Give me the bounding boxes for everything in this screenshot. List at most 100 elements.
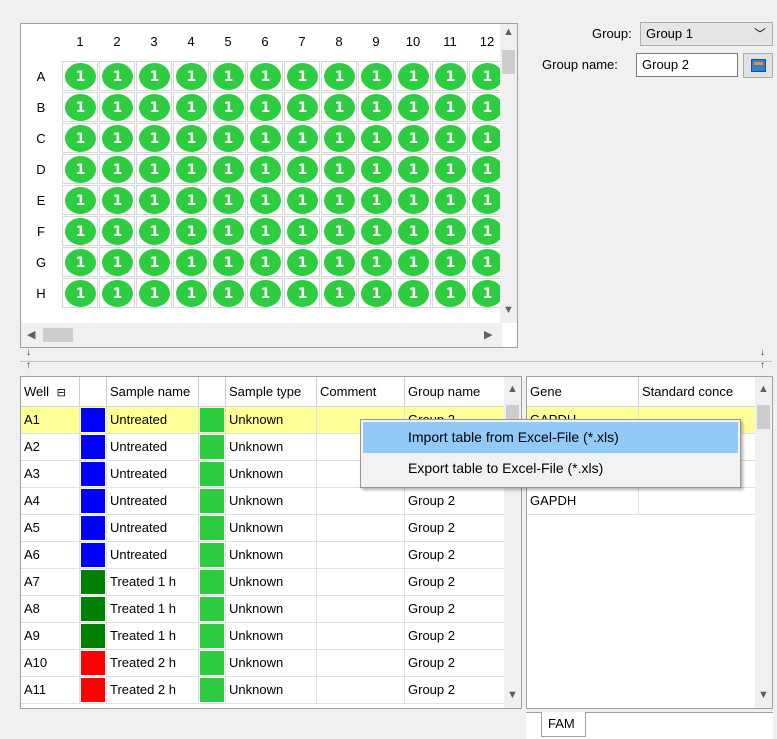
- table-row[interactable]: GAPDH: [527, 488, 772, 515]
- cell-type-color[interactable]: [199, 569, 226, 596]
- cell-type-color[interactable]: [199, 542, 226, 569]
- plate-well[interactable]: 1: [247, 123, 283, 153]
- plate-column-header[interactable]: 10: [395, 34, 431, 49]
- plate-well[interactable]: 1: [432, 92, 468, 122]
- plate-well[interactable]: 1: [358, 185, 394, 215]
- plate-well[interactable]: 1: [432, 154, 468, 184]
- plate-well[interactable]: 1: [469, 154, 502, 184]
- plate-column-header[interactable]: 11: [432, 34, 468, 49]
- cell-well[interactable]: A11: [21, 677, 80, 704]
- cell-sample-color[interactable]: [80, 623, 107, 650]
- splitter[interactable]: [20, 361, 772, 362]
- cell-sample-type[interactable]: Unknown: [226, 407, 317, 434]
- cell-comment[interactable]: [317, 677, 405, 704]
- plate-column-header[interactable]: 4: [173, 34, 209, 49]
- plate-well[interactable]: 1: [469, 247, 502, 277]
- cell-sample-type[interactable]: Unknown: [226, 650, 317, 677]
- plate-well[interactable]: 1: [247, 61, 283, 91]
- plate-well[interactable]: 1: [62, 247, 98, 277]
- plate-well[interactable]: 1: [173, 185, 209, 215]
- table-row[interactable]: A6 Untreated Unknown Group 2: [21, 542, 521, 569]
- cell-sample-name[interactable]: Untreated: [107, 407, 199, 434]
- cell-comment[interactable]: [317, 542, 405, 569]
- plate-well[interactable]: 1: [469, 92, 502, 122]
- plate-column-header[interactable]: 6: [247, 34, 283, 49]
- table-row[interactable]: A9 Treated 1 h Unknown Group 2: [21, 623, 521, 650]
- plate-well[interactable]: 1: [173, 61, 209, 91]
- cell-sample-type[interactable]: Unknown: [226, 542, 317, 569]
- cell-sample-color[interactable]: [80, 650, 107, 677]
- plate-well[interactable]: 1: [136, 216, 172, 246]
- cell-well[interactable]: A2: [21, 434, 80, 461]
- column-header-well[interactable]: Well ⊟: [21, 377, 80, 407]
- splitter-up-icon[interactable]: ↑: [760, 361, 765, 371]
- plate-column-header[interactable]: 9: [358, 34, 394, 49]
- plate-well[interactable]: 1: [395, 61, 431, 91]
- plate-well[interactable]: 1: [62, 154, 98, 184]
- plate-well[interactable]: 1: [136, 154, 172, 184]
- plate-well[interactable]: 1: [99, 278, 135, 308]
- cell-type-color[interactable]: [199, 461, 226, 488]
- cell-sample-color[interactable]: [80, 542, 107, 569]
- plate-well[interactable]: 1: [284, 185, 320, 215]
- cell-well[interactable]: A8: [21, 596, 80, 623]
- plate-well[interactable]: 1: [62, 61, 98, 91]
- filter-icon[interactable]: ⊟: [57, 387, 66, 399]
- plate-well[interactable]: 1: [358, 123, 394, 153]
- plate-well[interactable]: 1: [395, 278, 431, 308]
- group-select[interactable]: Group 1 ﹀: [640, 22, 773, 46]
- cell-sample-type[interactable]: Unknown: [226, 596, 317, 623]
- menu-item-export-excel[interactable]: Export table to Excel-File (*.xls): [363, 453, 738, 484]
- cell-sample-color[interactable]: [80, 596, 107, 623]
- column-header-gene[interactable]: Gene: [527, 377, 639, 407]
- plate-well[interactable]: 1: [99, 247, 135, 277]
- plate-well[interactable]: 1: [432, 185, 468, 215]
- table-row[interactable]: A5 Untreated Unknown Group 2: [21, 515, 521, 542]
- plate-well[interactable]: 1: [62, 216, 98, 246]
- cell-type-color[interactable]: [199, 434, 226, 461]
- plate-well[interactable]: 1: [173, 247, 209, 277]
- plate-well[interactable]: 1: [247, 247, 283, 277]
- cell-comment[interactable]: [317, 623, 405, 650]
- cell-sample-name[interactable]: Untreated: [107, 515, 199, 542]
- cell-well[interactable]: A7: [21, 569, 80, 596]
- cell-sample-name[interactable]: Untreated: [107, 461, 199, 488]
- table-row[interactable]: A11 Treated 2 h Unknown Group 2: [21, 677, 521, 704]
- plate-well[interactable]: 1: [247, 216, 283, 246]
- column-header-color[interactable]: [80, 377, 107, 407]
- cell-group-name[interactable]: Group 2: [405, 677, 505, 704]
- plate-well[interactable]: 1: [284, 61, 320, 91]
- plate-well[interactable]: 1: [247, 185, 283, 215]
- plate-column-header[interactable]: 2: [99, 34, 135, 49]
- cell-type-color[interactable]: [199, 650, 226, 677]
- cell-group-name[interactable]: Group 2: [405, 542, 505, 569]
- column-header-standard-concentration[interactable]: Standard conce: [639, 377, 757, 407]
- plate-well[interactable]: 1: [284, 247, 320, 277]
- scroll-up-icon[interactable]: ▲: [758, 383, 769, 395]
- cell-sample-type[interactable]: Unknown: [226, 434, 317, 461]
- cell-well[interactable]: A5: [21, 515, 80, 542]
- cell-sample-type[interactable]: Unknown: [226, 461, 317, 488]
- column-header-group-name[interactable]: Group name: [405, 377, 505, 407]
- cell-well[interactable]: A10: [21, 650, 80, 677]
- plate-well[interactable]: 1: [210, 61, 246, 91]
- plate-horizontal-scrollbar[interactable]: ◀ ▶: [21, 323, 502, 347]
- cell-group-name[interactable]: Group 2: [405, 650, 505, 677]
- cell-sample-name[interactable]: Untreated: [107, 488, 199, 515]
- plate-well[interactable]: 1: [247, 278, 283, 308]
- cell-sample-color[interactable]: [80, 461, 107, 488]
- cell-sample-name[interactable]: Treated 1 h: [107, 596, 199, 623]
- plate-well[interactable]: 1: [62, 185, 98, 215]
- cell-sample-type[interactable]: Unknown: [226, 569, 317, 596]
- plate-well[interactable]: 1: [395, 247, 431, 277]
- plate-well[interactable]: 1: [173, 278, 209, 308]
- cell-comment[interactable]: [317, 650, 405, 677]
- column-header-comment[interactable]: Comment: [317, 377, 405, 407]
- plate-well[interactable]: 1: [173, 216, 209, 246]
- plate-row-header[interactable]: H: [21, 286, 61, 301]
- plate-well[interactable]: 1: [469, 61, 502, 91]
- plate-well[interactable]: 1: [62, 123, 98, 153]
- plate-well[interactable]: 1: [358, 154, 394, 184]
- cell-gene[interactable]: GAPDH: [527, 488, 639, 515]
- plate-well[interactable]: 1: [432, 247, 468, 277]
